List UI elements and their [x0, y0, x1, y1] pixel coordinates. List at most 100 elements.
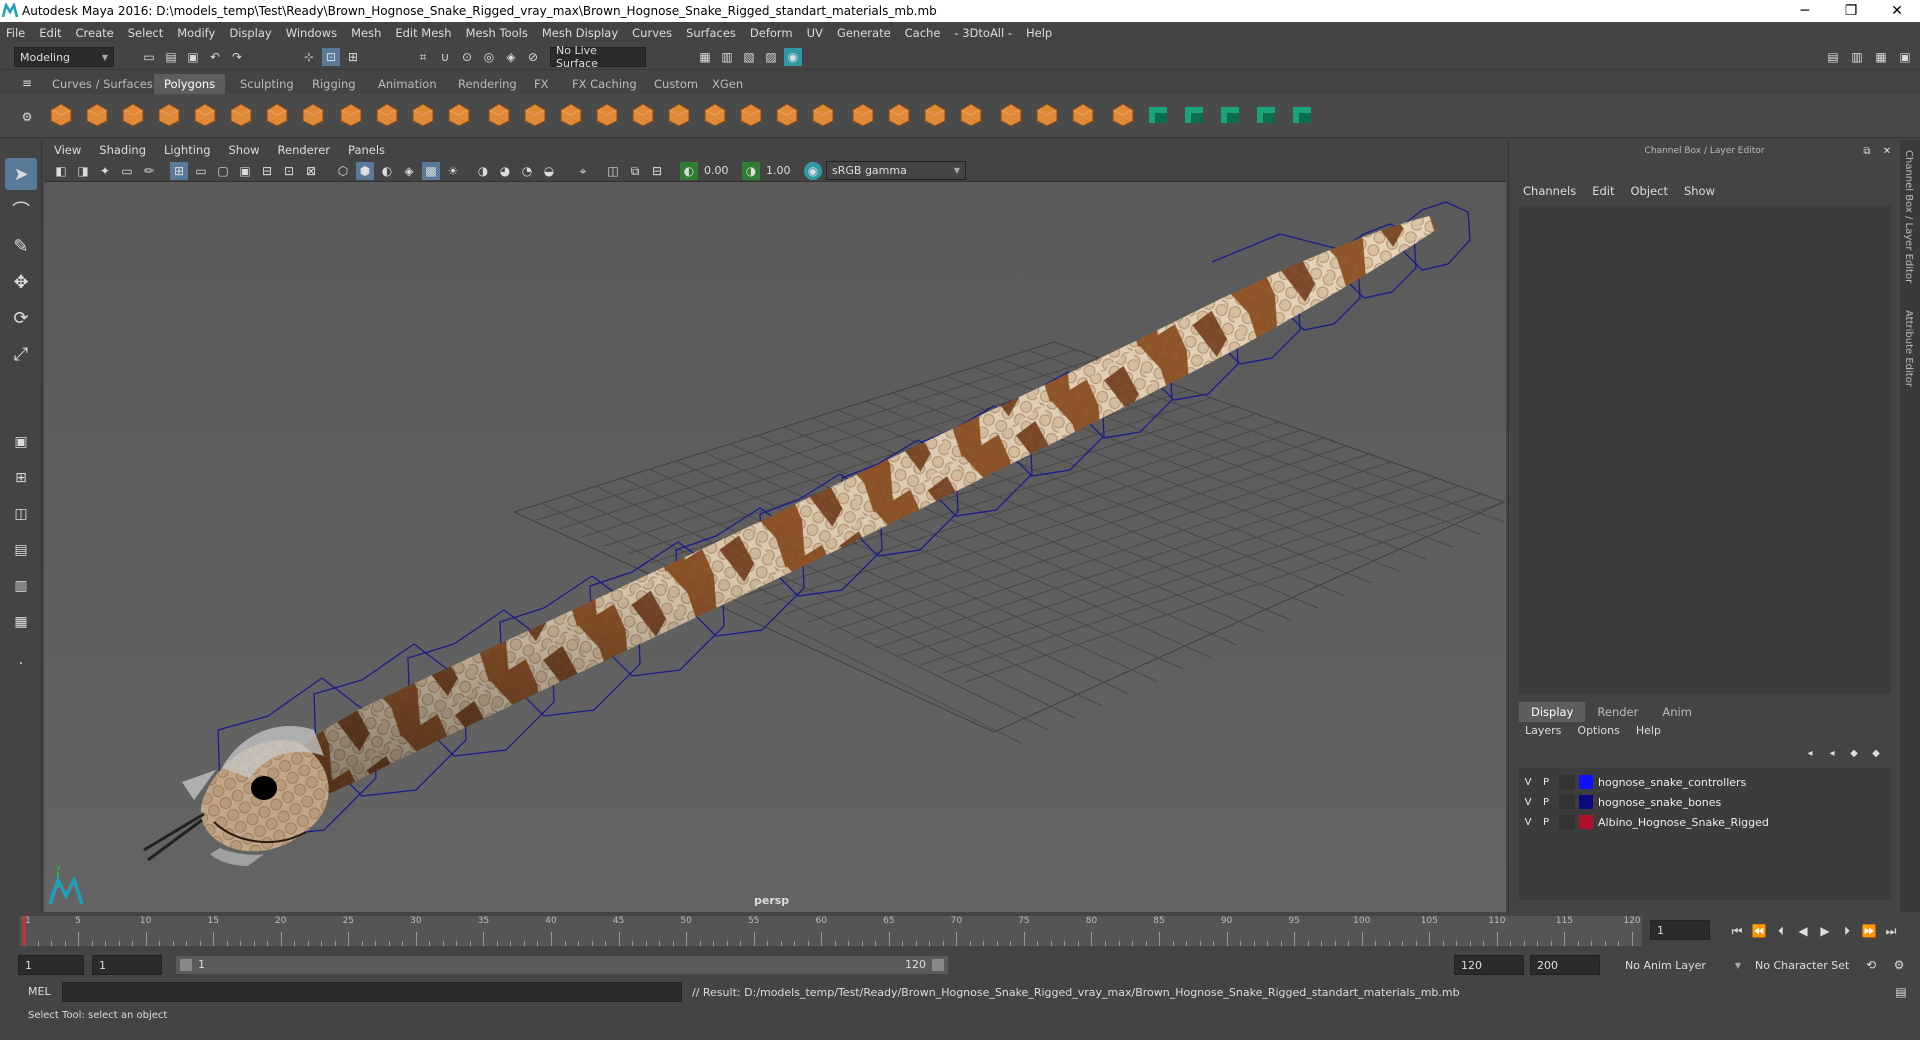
layer-playback-toggle[interactable]: P — [1537, 817, 1555, 828]
xray-joints-icon[interactable]: ⧉ — [626, 162, 644, 180]
time-slider[interactable]: 1 5 10 15 20 25 30 35 40 45 50 55 60 65 70 75 80 85 90 95 10… — [0, 912, 1920, 948]
poly-boolean-icon[interactable] — [592, 100, 622, 130]
workspace-icon[interactable]: ▤ — [1824, 48, 1842, 66]
script-language-button[interactable]: MEL — [28, 985, 51, 998]
step-back-key-icon[interactable]: ⏪ — [1750, 922, 1768, 940]
snap-grid-icon[interactable]: ⌗ — [414, 48, 432, 66]
single-view-layout-icon[interactable]: ▣ — [5, 426, 37, 458]
play-forwards-icon[interactable]: ▶ — [1816, 922, 1834, 940]
close-panel-icon[interactable]: ✕ — [1878, 142, 1896, 160]
shelf-tab-custom[interactable]: Custom — [644, 74, 708, 94]
four-view-layout-icon[interactable]: ⊞ — [5, 462, 37, 494]
rotate-tool-icon[interactable]: ⟳ — [5, 302, 37, 334]
layer-display-type-toggle[interactable] — [1559, 795, 1575, 809]
layer-color-swatch[interactable] — [1579, 795, 1593, 809]
layer-tab-anim[interactable]: Anim — [1650, 702, 1704, 722]
lighting-icon[interactable]: ☀ — [444, 162, 462, 180]
current-frame-field[interactable]: 1 — [1650, 920, 1710, 940]
layer-display-type-toggle[interactable] — [1559, 775, 1575, 789]
render-settings-icon[interactable]: ▦ — [696, 48, 714, 66]
playback-end-field[interactable]: 120 — [1454, 955, 1524, 975]
move-tool-icon[interactable]: ✥ — [5, 266, 37, 298]
play-backwards-icon[interactable]: ◀ — [1794, 922, 1812, 940]
shelf-tab-sculpting[interactable]: Sculpting — [230, 74, 304, 94]
poly-uv-editor-icon[interactable] — [1144, 100, 1174, 130]
poly-automatic-uv-icon[interactable] — [1108, 100, 1138, 130]
default-material-icon[interactable]: ◐ — [378, 162, 396, 180]
gamma-value[interactable]: 1.00 — [766, 164, 791, 177]
move-layer-up-icon[interactable]: ◂ — [1801, 744, 1819, 762]
layer-display-type-toggle[interactable] — [1559, 815, 1575, 829]
menu-file[interactable]: File — [6, 26, 25, 40]
channel-box-menu-channels[interactable]: Channels — [1523, 184, 1576, 198]
poly-target-weld-icon[interactable] — [920, 100, 950, 130]
menu-surfaces[interactable]: Surfaces — [686, 26, 736, 40]
side-by-side-layout-icon[interactable]: ◫ — [5, 498, 37, 530]
color-management-icon[interactable]: ◉ — [804, 162, 822, 180]
range-start-handle[interactable] — [180, 959, 192, 971]
shelf-tab-polygons[interactable]: Polygons — [154, 74, 226, 94]
range-end-handle[interactable] — [932, 959, 944, 971]
script-editor-icon[interactable]: ▤ — [1892, 983, 1910, 1001]
layer-name[interactable]: hognose_snake_controllers — [1598, 776, 1746, 789]
shelf-tab-xgen[interactable]: XGen — [702, 74, 753, 94]
poly-cylinder-icon[interactable] — [118, 100, 148, 130]
channel-box-toggle-icon[interactable]: ▣ — [1896, 48, 1914, 66]
poly-insert-edge-loop-icon[interactable] — [996, 100, 1026, 130]
shelf-tab-fx-caching[interactable]: FX Caching — [562, 74, 647, 94]
poly-disc-icon[interactable] — [262, 100, 292, 130]
side-tab-attribute-editor[interactable]: Attribute Editor — [1903, 310, 1914, 387]
poly-cube-icon[interactable] — [82, 100, 112, 130]
outliner-toggle-icon[interactable]: ▦ — [1872, 48, 1890, 66]
poly-cleanup-icon[interactable] — [1252, 100, 1282, 130]
layer-menu-layers[interactable]: Layers — [1525, 724, 1561, 737]
select-hierarchy-icon[interactable]: ⊹ — [300, 48, 318, 66]
layer-playback-toggle[interactable]: P — [1537, 797, 1555, 808]
motion-blur-icon[interactable]: ◔ — [518, 162, 536, 180]
scene-canvas[interactable]: y x — [44, 182, 1506, 912]
minimize-button[interactable]: ─ — [1782, 0, 1828, 22]
viewport-menu-view[interactable]: View — [54, 143, 81, 157]
resolution-gate-icon[interactable]: ▢ — [214, 162, 232, 180]
grease-pencil-icon[interactable]: ✏ — [140, 162, 158, 180]
layer-color-swatch[interactable] — [1579, 815, 1593, 829]
persp-viewport[interactable]: y x persp — [44, 182, 1506, 912]
persp-outliner-layout-icon[interactable]: ▥ — [5, 570, 37, 602]
menu-modify[interactable]: Modify — [177, 26, 215, 40]
poly-triangulate-icon[interactable] — [1288, 100, 1318, 130]
layer-row[interactable]: V Phognose_snake_controllers — [1519, 772, 1891, 792]
shelf-settings-icon[interactable]: ⚙ — [18, 108, 36, 126]
select-tool-icon[interactable]: ➤ — [5, 158, 37, 190]
poly-extrude-icon[interactable] — [772, 100, 802, 130]
poly-pyramid-icon[interactable] — [444, 100, 474, 130]
poly-combine-icon[interactable] — [484, 100, 514, 130]
xray-icon[interactable]: ◫ — [604, 162, 622, 180]
menu-mesh-display[interactable]: Mesh Display — [542, 26, 618, 40]
poly-separate-icon[interactable] — [520, 100, 550, 130]
poly-helix-icon[interactable] — [336, 100, 366, 130]
wireframe-icon[interactable]: ⬡ — [334, 162, 352, 180]
anti-aliasing-icon[interactable]: ◒ — [540, 162, 558, 180]
bookmark-icon[interactable]: ✦ — [96, 162, 114, 180]
anim-layer-dropdown[interactable]: No Anim Layer ▼ — [1620, 955, 1746, 975]
live-surface-field[interactable]: No Live Surface — [550, 44, 646, 70]
poly-append-icon[interactable] — [808, 100, 838, 130]
character-set-dropdown[interactable]: No Character Set — [1750, 955, 1860, 975]
channel-box-menu-edit[interactable]: Edit — [1592, 184, 1614, 198]
poly-transfer-attributes-icon[interactable] — [1180, 100, 1210, 130]
poly-offset-edge-loop-icon[interactable] — [1032, 100, 1062, 130]
layer-playback-toggle[interactable]: P — [1537, 777, 1555, 788]
poly-quad-draw-icon[interactable] — [956, 100, 986, 130]
command-input[interactable] — [62, 982, 682, 1002]
side-tab-channel-box[interactable]: Channel Box / Layer Editor — [1903, 150, 1914, 283]
menu-edit[interactable]: Edit — [39, 26, 61, 40]
save-scene-icon[interactable]: ▣ — [184, 48, 202, 66]
poly-cone-icon[interactable] — [154, 100, 184, 130]
poly-smooth-icon[interactable] — [628, 100, 658, 130]
poly-bridge-icon[interactable] — [736, 100, 766, 130]
menu-mesh-tools[interactable]: Mesh Tools — [466, 26, 528, 40]
shelf-menu-icon[interactable]: ≡ — [18, 74, 36, 92]
shadows-icon[interactable]: ◑ — [474, 162, 492, 180]
layer-tab-render[interactable]: Render — [1585, 702, 1650, 722]
snap-surface-icon[interactable]: ◈ — [502, 48, 520, 66]
